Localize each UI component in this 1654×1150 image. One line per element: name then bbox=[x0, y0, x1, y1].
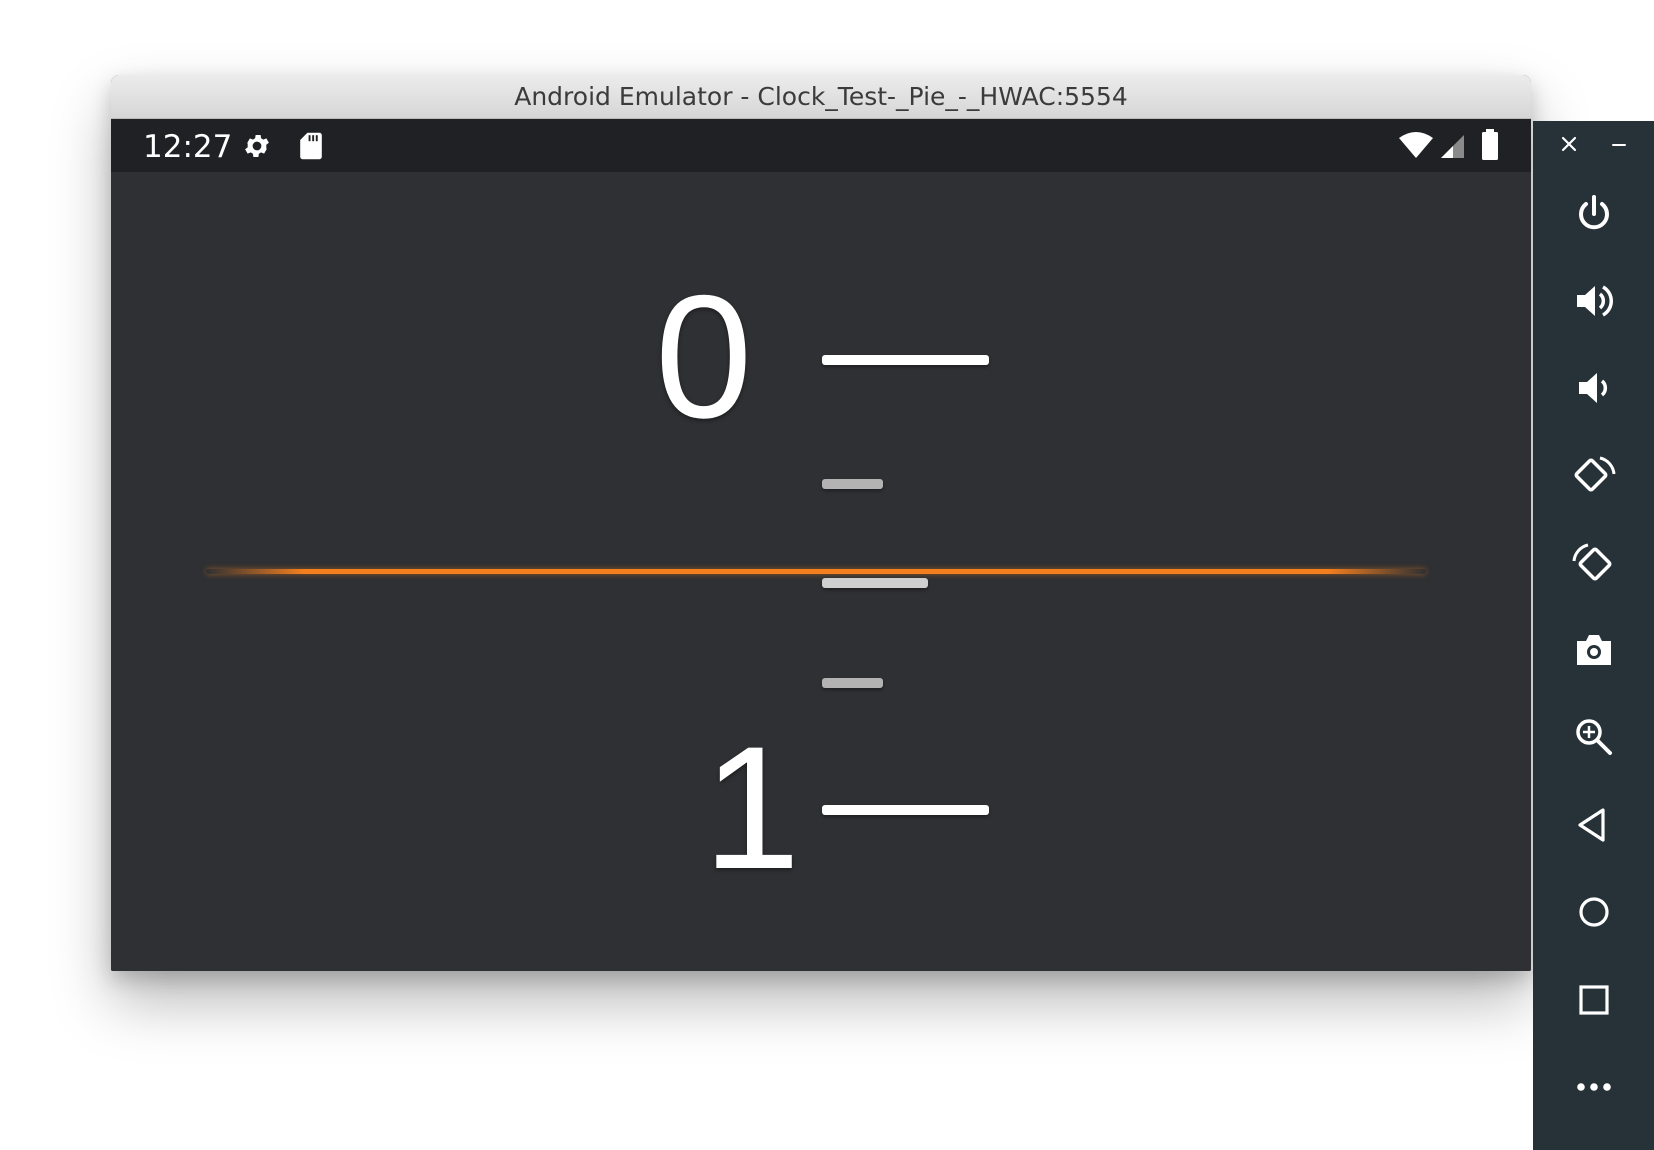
camera-icon bbox=[1573, 629, 1615, 676]
screenshot-button[interactable] bbox=[1533, 617, 1654, 687]
android-status-bar: 12:27 bbox=[111, 119, 1531, 172]
power-icon bbox=[1573, 193, 1615, 240]
minimize-icon bbox=[1610, 135, 1628, 158]
window-title: Android Emulator - Clock_Test-_Pie_-_HWA… bbox=[514, 82, 1128, 111]
rotate-right-icon bbox=[1570, 539, 1618, 592]
minimize-button[interactable] bbox=[1599, 131, 1639, 161]
gear-icon bbox=[242, 131, 272, 166]
home-icon bbox=[1573, 891, 1615, 938]
zoom-button[interactable] bbox=[1533, 704, 1654, 774]
close-icon bbox=[1560, 135, 1578, 158]
number-picker-value-lower[interactable]: 1 bbox=[703, 721, 800, 896]
minor-tick bbox=[822, 479, 883, 489]
rotate-left-button[interactable] bbox=[1533, 443, 1654, 513]
emulator-window: Android Emulator - Clock_Test-_Pie_-_HWA… bbox=[111, 75, 1531, 971]
battery-icon bbox=[1481, 129, 1499, 166]
more-icon bbox=[1573, 1066, 1615, 1113]
volume-up-icon bbox=[1573, 280, 1615, 327]
back-icon bbox=[1573, 804, 1615, 851]
zoom-icon bbox=[1573, 716, 1615, 763]
rotate-right-button[interactable] bbox=[1533, 530, 1654, 600]
mid-tick bbox=[822, 578, 928, 588]
overview-icon bbox=[1573, 979, 1615, 1026]
emulator-toolbar bbox=[1533, 121, 1654, 1150]
sd-card-icon bbox=[299, 131, 323, 166]
back-button[interactable] bbox=[1533, 792, 1654, 862]
volume-down-icon bbox=[1573, 367, 1615, 414]
minor-tick bbox=[822, 678, 883, 688]
wifi-icon bbox=[1398, 131, 1434, 164]
signal-icon bbox=[1439, 133, 1465, 164]
power-button[interactable] bbox=[1533, 181, 1654, 251]
volume-up-button[interactable] bbox=[1533, 268, 1654, 338]
title-bar[interactable]: Android Emulator - Clock_Test-_Pie_-_HWA… bbox=[111, 75, 1531, 119]
rotate-left-icon bbox=[1570, 452, 1618, 505]
major-tick-lower bbox=[822, 805, 989, 815]
number-picker-value-upper[interactable]: 0 bbox=[655, 270, 752, 445]
clock-screen: 0 1 bbox=[111, 172, 1531, 971]
selection-indicator-line bbox=[206, 569, 1426, 574]
more-button[interactable] bbox=[1533, 1054, 1654, 1124]
major-tick-upper bbox=[822, 355, 989, 365]
home-button[interactable] bbox=[1533, 879, 1654, 949]
status-time: 12:27 bbox=[143, 129, 233, 165]
volume-down-button[interactable] bbox=[1533, 355, 1654, 425]
overview-button[interactable] bbox=[1533, 967, 1654, 1037]
close-button[interactable] bbox=[1549, 131, 1589, 161]
